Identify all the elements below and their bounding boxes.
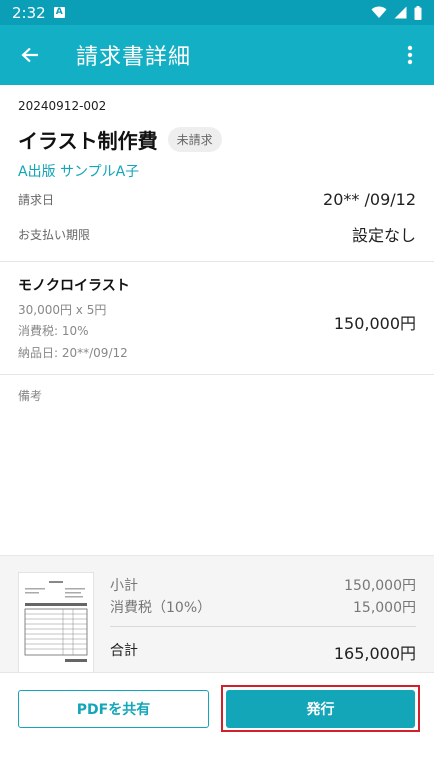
- item-name: モノクロイラスト: [18, 278, 130, 294]
- due-date-value: 設定なし: [351, 226, 416, 245]
- total-label: 合計: [110, 643, 138, 659]
- bottom-action-bar: PDFを共有 発行: [0, 672, 434, 770]
- status-bar: 2:32 A: [0, 0, 434, 25]
- issue-date-row: 請求日 20** /09/12: [18, 190, 416, 209]
- battery-icon: [414, 5, 422, 20]
- item-delivery-date: 納品日: 20**/09/12: [18, 346, 128, 360]
- total-value: 165,000円: [333, 644, 416, 663]
- summary-panel: 小計 150,000円 消費税（10%） 15,000円 合計 165,000円: [0, 555, 434, 673]
- subtotal-value: 150,000円: [344, 578, 416, 594]
- divider: [0, 261, 434, 262]
- invoice-preview-image: [24, 581, 88, 662]
- notification-icon: A: [53, 7, 65, 18]
- invoice-title: イラスト制作費: [18, 129, 158, 153]
- back-button[interactable]: [0, 25, 60, 85]
- item-tax-rate: 消費税: 10%: [18, 324, 89, 338]
- subtotal-label: 小計: [110, 578, 138, 594]
- summary-divider: [110, 626, 416, 627]
- memo-label: 備考: [18, 389, 43, 403]
- page-title: 請求書詳細: [76, 45, 192, 70]
- invoice-content: 20240912-002 イラスト制作費 未請求 A出版 サンプルA子 請求日 …: [0, 85, 434, 555]
- divider: [0, 374, 434, 375]
- issue-date-label: 請求日: [18, 193, 55, 207]
- status-icons: [371, 5, 422, 20]
- signal-icon: [394, 6, 407, 19]
- pdf-preview-thumbnail[interactable]: [18, 572, 94, 673]
- wifi-icon: [371, 6, 387, 18]
- due-date-row: お支払い期限 設定なし: [18, 222, 416, 246]
- app-bar: 請求書詳細: [0, 25, 434, 85]
- total-row: 合計 165,000円: [110, 640, 416, 664]
- invoice-number: 20240912-002: [18, 99, 107, 113]
- item-quantity: 30,000円 x 5円: [18, 303, 107, 317]
- tax-row: 消費税（10%） 15,000円: [110, 597, 416, 617]
- client-name-link[interactable]: A出版 サンプルA子: [18, 161, 139, 181]
- status-badge: 未請求: [167, 127, 222, 152]
- more-vert-icon: [407, 45, 413, 65]
- due-date-label: お支払い期限: [18, 227, 91, 242]
- invoice-title-row: イラスト制作費 未請求: [18, 125, 222, 154]
- issue-button[interactable]: 発行: [226, 690, 415, 728]
- item-amount: 150,000円: [333, 314, 416, 333]
- status-time: 2:32: [12, 3, 46, 22]
- subtotal-row: 小計 150,000円: [110, 575, 416, 595]
- issue-date-value: 20** /09/12: [323, 190, 416, 209]
- more-options-button[interactable]: [386, 25, 434, 85]
- share-pdf-button[interactable]: PDFを共有: [18, 690, 209, 728]
- tax-label: 消費税（10%）: [110, 600, 212, 616]
- arrow-left-icon: [21, 47, 38, 63]
- tax-value: 15,000円: [353, 600, 416, 616]
